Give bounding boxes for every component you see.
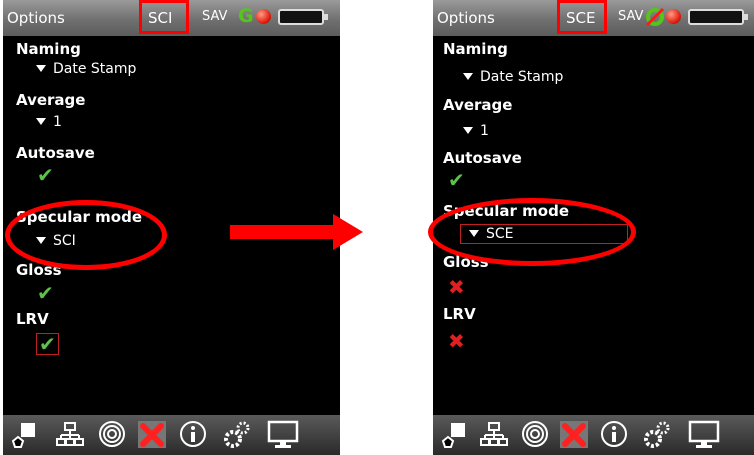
average-value: 1 [480, 123, 489, 139]
dropdown-arrow-icon [36, 65, 46, 72]
naming-value: Date Stamp [53, 61, 137, 77]
screen-title: Options [437, 9, 495, 27]
dropdown-arrow-icon [463, 73, 473, 80]
monitor-icon[interactable] [688, 419, 720, 449]
monitor-icon[interactable] [267, 419, 299, 449]
gears-icon[interactable] [223, 419, 251, 449]
battery-icon [278, 9, 328, 25]
bottom-toolbar [433, 415, 754, 455]
mode-highlight-box [139, 0, 189, 34]
dropdown-arrow-icon [463, 127, 473, 134]
specular-mode-highlight-ellipse [428, 198, 636, 266]
average-dropdown[interactable]: 1 [463, 123, 489, 139]
naming-label: Naming [443, 40, 508, 58]
info-icon[interactable] [600, 419, 628, 449]
hierarchy-icon[interactable] [480, 419, 508, 449]
screen-title: Options [7, 9, 65, 27]
naming-dropdown[interactable]: Date Stamp [463, 69, 563, 85]
naming-value: Date Stamp [480, 69, 564, 85]
average-label: Average [16, 91, 86, 109]
gears-icon[interactable] [643, 419, 671, 449]
mode-highlight-box [557, 0, 607, 34]
autosave-label: Autosave [443, 149, 522, 167]
status-led-icon [666, 9, 681, 24]
naming-dropdown[interactable]: Date Stamp [36, 61, 136, 77]
target-icon[interactable] [521, 419, 549, 449]
lrv-check-icon[interactable]: ✔ [36, 333, 59, 355]
average-dropdown[interactable]: 1 [36, 114, 62, 130]
status-g-crossed-icon [645, 7, 665, 27]
sav-indicator: SAV [202, 9, 228, 24]
transition-arrow-head [333, 214, 363, 250]
lrv-label: LRV [443, 305, 476, 323]
tools-icon[interactable] [138, 419, 166, 449]
specular-mode-highlight-ellipse [5, 200, 167, 270]
tools-icon[interactable] [560, 419, 588, 449]
gloss-cross-icon[interactable]: ✖ [448, 277, 465, 297]
target-icon[interactable] [98, 419, 126, 449]
sav-indicator: SAV [618, 9, 644, 24]
naming-label: Naming [16, 40, 81, 58]
hierarchy-icon[interactable] [56, 419, 84, 449]
lrv-label: LRV [16, 310, 49, 328]
autosave-check-icon[interactable]: ✔ [448, 170, 465, 190]
shapes-icon[interactable] [441, 419, 469, 449]
bottom-toolbar [3, 415, 340, 455]
average-value: 1 [53, 114, 62, 130]
info-icon[interactable] [179, 419, 207, 449]
gloss-check-icon[interactable]: ✔ [37, 283, 54, 303]
shapes-icon[interactable] [11, 419, 39, 449]
battery-icon [688, 9, 748, 25]
autosave-label: Autosave [16, 144, 95, 162]
transition-arrow-shaft [230, 225, 335, 239]
status-g-icon: G [238, 5, 254, 27]
average-label: Average [443, 96, 513, 114]
autosave-check-icon[interactable]: ✔ [37, 165, 54, 185]
lrv-cross-icon[interactable]: ✖ [448, 331, 465, 351]
dropdown-arrow-icon [36, 118, 46, 125]
status-led-icon [256, 9, 271, 24]
